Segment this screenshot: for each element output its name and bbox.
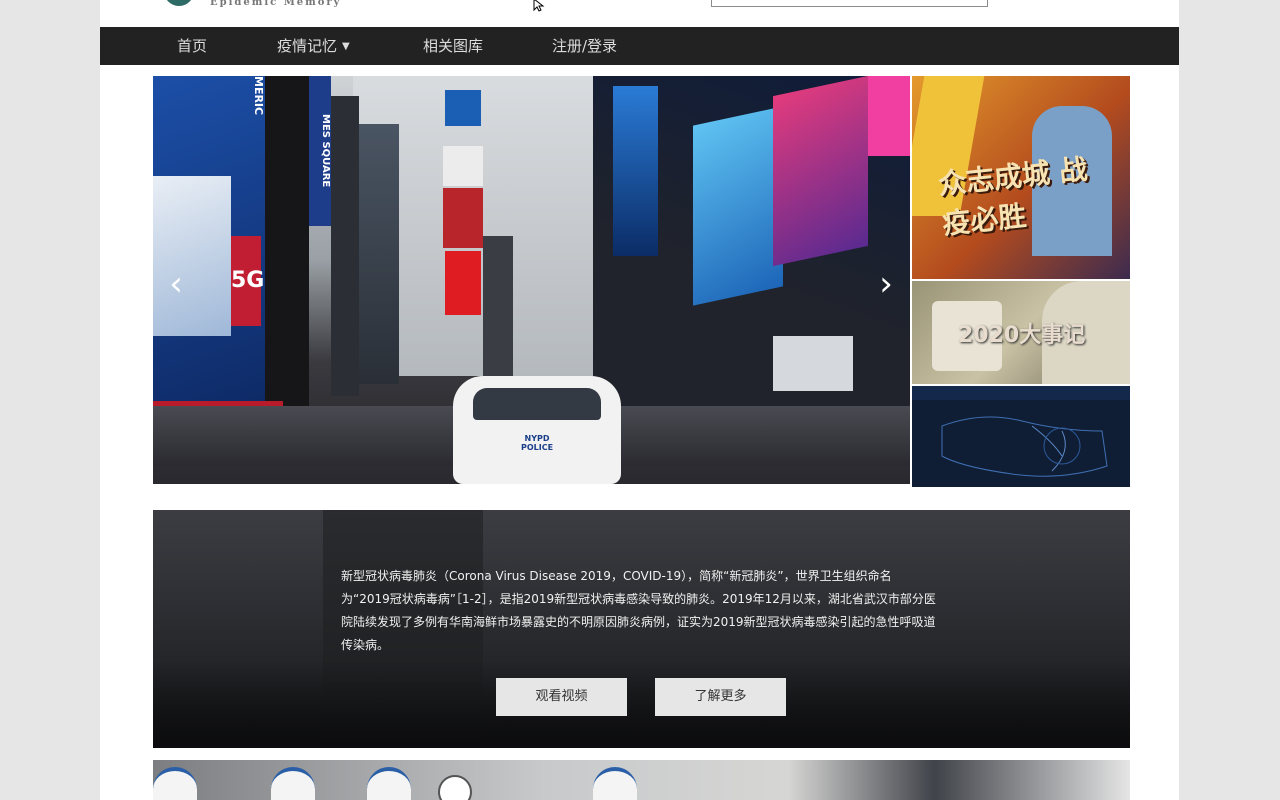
nav-item-gallery[interactable]: 相关图库 [423,27,483,65]
caret-down-icon: ▼ [342,41,350,52]
billboard [443,188,483,248]
building [331,96,359,396]
nav-item-label: 注册/登录 [552,37,618,55]
nav-item-label: 首页 [177,37,208,55]
search-input[interactable] [711,0,988,7]
building [265,76,309,406]
nav-item-home[interactable]: 首页 [177,27,207,65]
police-car: NYPD POLICE [453,376,621,484]
billboard [773,76,868,267]
thumbnail-2020-events[interactable]: 2020大事记 [912,281,1130,384]
map-graphic [941,416,1108,477]
carousel-prev-button[interactable]: ‹ [161,264,191,304]
sign-text: MERIC [252,76,265,116]
page-container: Epidemic Memory 首页 疫情记忆 ▼ 相关图库 注册/登录 5G M… [100,0,1179,800]
chevron-left-icon: ‹ [169,264,183,304]
billboard-disney [693,106,783,306]
building [359,124,399,384]
watch-video-button[interactable]: 观看视频 [496,678,627,716]
thumbnail-title: 2020大事记 [958,323,1086,348]
billboard [868,76,910,156]
billboard-5g: 5G [231,236,264,326]
chevron-right-icon: › [879,264,893,304]
helmet-image [153,767,197,800]
billboard [443,146,483,186]
helmet-image [593,767,637,800]
helmet-image [271,767,315,800]
nav-item-label: 相关图库 [423,37,484,55]
thumbnail-map[interactable] [912,386,1130,487]
bottom-image-strip[interactable] [153,760,1130,800]
times-square-sign: MES SQUARE [309,76,331,226]
mouse-cursor-icon [533,0,545,12]
logo-subtitle: Epidemic Memory [210,0,342,8]
clock-icon [438,775,472,800]
banner-cityscape [153,660,1130,748]
intro-text: 新型冠状病毒肺炎（Corona Virus Disease 2019，COVID… [341,569,936,652]
billboard [153,176,231,336]
nav-item-register-login[interactable]: 注册/登录 [552,27,617,65]
thumbnail-fight-epidemic[interactable]: 众志成城 战疫必胜 [912,76,1130,279]
billboard [445,251,481,315]
billboard [445,90,481,126]
car-text: NYPD POLICE [520,434,554,452]
nav-item-epidemic-memory[interactable]: 疫情记忆 ▼ [277,27,350,65]
main-nav: 首页 疫情记忆 ▼ 相关图库 注册/登录 [100,27,1179,65]
carousel-next-button[interactable]: › [871,264,901,304]
nav-item-label: 疫情记忆 [277,37,338,55]
helmet-image [367,767,411,800]
truck [773,336,853,391]
logo-icon[interactable] [164,0,194,6]
car-windshield [473,388,601,420]
hero-carousel[interactable]: 5G MERIC MES SQUARE NYPD POLICE ‹ › [153,76,910,484]
building [483,236,513,386]
intro-banner: 新型冠状病毒肺炎（Corona Virus Disease 2019，COVID… [153,510,1130,748]
learn-more-button[interactable]: 了解更多 [655,678,786,716]
billboard [613,86,658,256]
